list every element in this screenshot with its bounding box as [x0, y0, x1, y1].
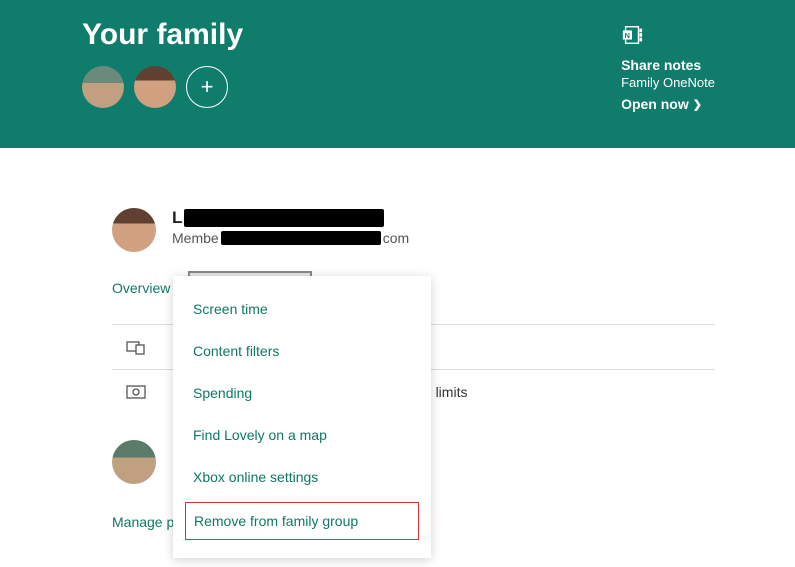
share-subtitle: Family OneNote	[621, 75, 715, 90]
avatar-row: +	[82, 66, 243, 108]
page-title: Your family	[82, 18, 243, 52]
email-suffix: com	[383, 230, 409, 246]
dropdown-item-xbox-settings[interactable]: Xbox online settings	[173, 456, 431, 498]
member-name: L	[172, 208, 409, 228]
chevron-right-icon: ❯	[693, 98, 702, 111]
dropdown-item-content-filters[interactable]: Content filters	[173, 330, 431, 372]
open-now-label: Open now	[621, 96, 689, 112]
share-title: Share notes	[621, 57, 715, 73]
redacted-name	[184, 209, 384, 227]
dropdown-item-remove-from-family[interactable]: Remove from family group	[185, 502, 419, 540]
open-now-link[interactable]: Open now ❯	[621, 96, 715, 112]
manage-permissions-link[interactable]: Manage pe	[112, 514, 182, 530]
svg-text:N: N	[625, 31, 630, 40]
member-info: L Membe com	[172, 208, 409, 246]
add-member-button[interactable]: +	[186, 66, 228, 108]
redacted-email	[221, 231, 381, 245]
devices-icon	[122, 339, 150, 355]
avatar[interactable]	[82, 66, 124, 108]
member2-top	[112, 440, 156, 484]
member-avatar[interactable]	[112, 208, 156, 252]
onenote-icon: N	[621, 24, 715, 51]
main-content: L Membe com Overview More options ⌄ Scre…	[0, 148, 795, 530]
plus-icon: +	[201, 74, 214, 100]
tab-overview[interactable]: Overview	[112, 270, 170, 306]
dropdown-item-screen-time[interactable]: Screen time	[173, 288, 431, 330]
share-panel: N Share notes Family OneNote Open now ❯	[621, 18, 755, 118]
dropdown-item-find-on-map[interactable]: Find Lovely on a map	[173, 414, 431, 456]
name-first-letter: L	[172, 208, 182, 228]
dropdown-item-spending[interactable]: Spending	[173, 372, 431, 414]
role-prefix: Membe	[172, 230, 219, 246]
header: Your family + N Share notes Family OneNo…	[0, 0, 795, 148]
more-options-dropdown: Screen time Content filters Spending Fin…	[173, 276, 431, 558]
avatar[interactable]	[134, 66, 176, 108]
member2-avatar[interactable]	[112, 440, 156, 484]
money-icon	[122, 385, 150, 399]
member-role: Membe com	[172, 230, 409, 246]
member-header: L Membe com	[112, 208, 715, 252]
header-left: Your family +	[82, 18, 243, 118]
